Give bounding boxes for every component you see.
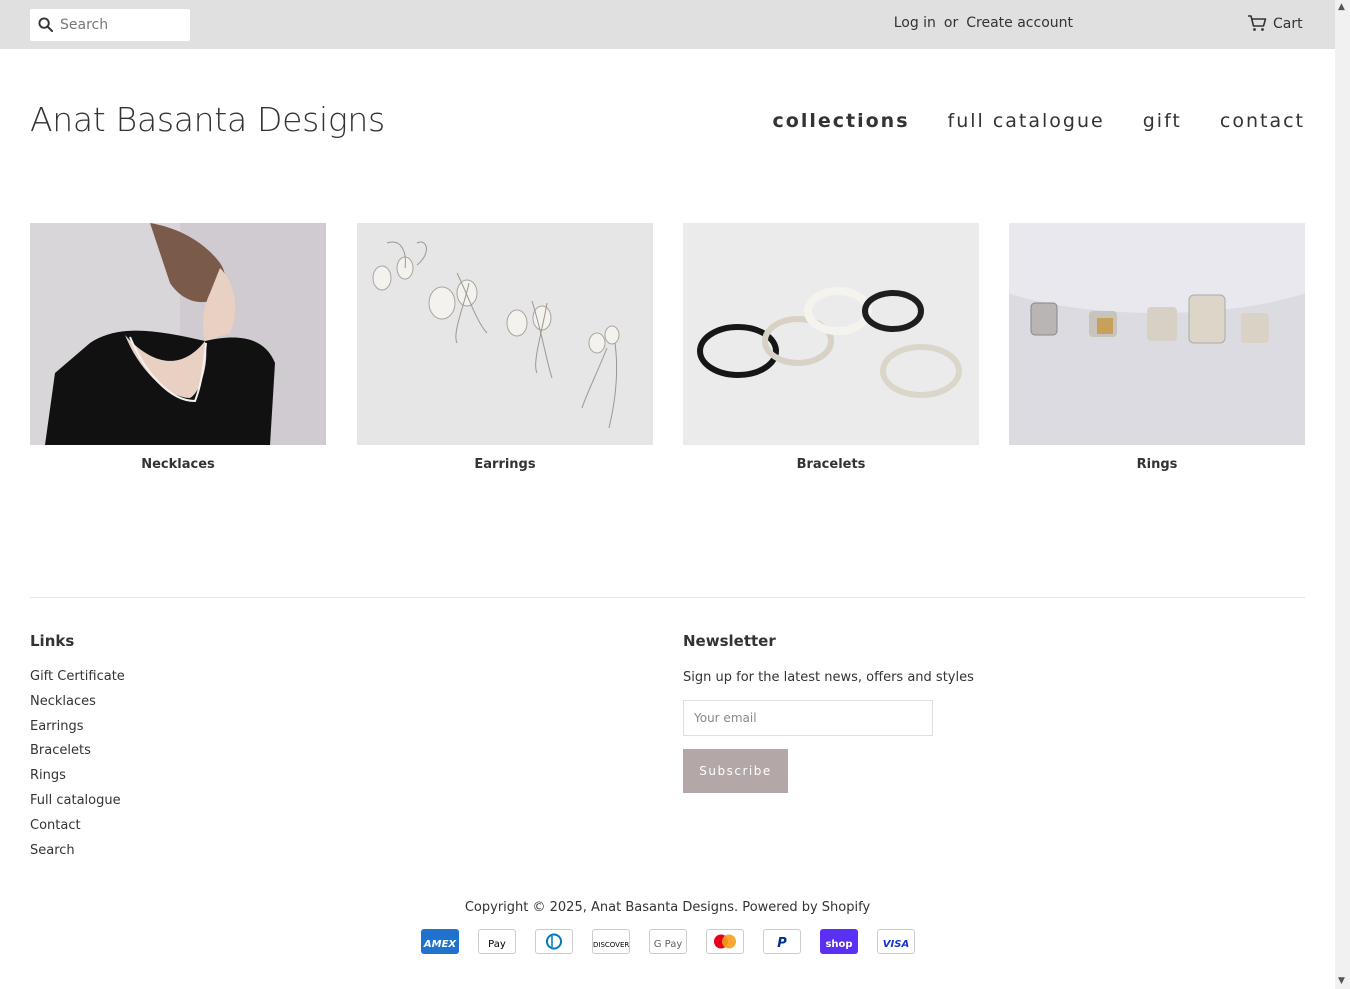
search-input[interactable] <box>60 9 185 41</box>
payment-label: P <box>777 936 787 951</box>
visa-icon: VISA <box>877 929 915 954</box>
newsletter-heading: Newsletter <box>683 632 776 650</box>
account-links: Log in or Create account <box>894 15 1073 31</box>
search-form[interactable] <box>30 9 190 41</box>
search-icon[interactable] <box>38 17 53 32</box>
copyright-store-link[interactable]: Anat Basanta Designs <box>591 900 734 915</box>
footer-link-rings[interactable]: Rings <box>30 768 66 783</box>
bracelets-image[interactable] <box>683 223 979 445</box>
shop-pay-icon: shop <box>820 929 858 954</box>
cart-icon <box>1248 15 1267 31</box>
footer-links: Gift Certificate Necklaces Earrings Brac… <box>30 669 125 867</box>
subscribe-button[interactable]: Subscribe <box>683 749 788 793</box>
nav-gift[interactable]: gift <box>1143 110 1182 132</box>
rings-image[interactable] <box>1009 223 1305 445</box>
collection-title[interactable]: Bracelets <box>683 457 979 472</box>
payment-label: G Pay <box>653 939 683 950</box>
footer-link-contact[interactable]: Contact <box>30 818 81 833</box>
apple-pay-icon: Pay <box>478 929 516 954</box>
payment-icons: AMEX Pay DISCOVER G Pay Pshop VISA <box>421 929 915 954</box>
earrings-image[interactable] <box>357 223 653 445</box>
scroll-down-arrow-icon[interactable]: ▼ <box>1338 977 1345 986</box>
footer-link-search[interactable]: Search <box>30 843 75 858</box>
copyright-prefix: Copyright © 2025, <box>464 900 587 915</box>
google-pay-icon: G Pay <box>649 929 687 954</box>
list-item: Gift Certificate <box>30 669 125 694</box>
powered-by: . Powered by Shopify <box>734 900 871 915</box>
diners-club-icon <box>535 929 573 954</box>
list-item: Earrings <box>30 719 125 744</box>
create-account-link[interactable]: Create account <box>966 15 1073 31</box>
collection-title[interactable]: Earrings <box>357 457 653 472</box>
links-heading: Links <box>30 632 75 650</box>
amex-icon: AMEX <box>421 929 459 954</box>
cart-label: Cart <box>1273 16 1303 32</box>
nav-collections[interactable]: collections <box>773 110 910 132</box>
collection-earrings[interactable]: Earrings <box>357 223 653 472</box>
footer-divider <box>30 597 1305 598</box>
collection-rings[interactable]: Rings <box>1009 223 1305 472</box>
nav-contact[interactable]: contact <box>1220 110 1305 132</box>
collection-title[interactable]: Rings <box>1009 457 1305 472</box>
necklaces-image[interactable] <box>30 223 326 445</box>
footer-link-gift-certificate[interactable]: Gift Certificate <box>30 669 125 684</box>
mastercard-icon <box>706 929 744 954</box>
paypal-icon: P <box>763 929 801 954</box>
list-item: Contact <box>30 818 125 843</box>
or-separator: or <box>943 15 959 31</box>
payment-label: Pay <box>488 939 506 950</box>
newsletter-description: Sign up for the latest news, offers and … <box>683 670 974 685</box>
footer-link-necklaces[interactable]: Necklaces <box>30 694 96 709</box>
cart-link[interactable]: Cart <box>1247 14 1303 32</box>
nav-full-catalogue[interactable]: full catalogue <box>948 110 1105 132</box>
footer-link-bracelets[interactable]: Bracelets <box>30 743 91 758</box>
copyright-text: Copyright © 2025, Anat Basanta Designs. … <box>0 900 1335 915</box>
site-title[interactable]: Anat Basanta Designs <box>30 100 385 139</box>
payment-label: AMEX <box>423 939 457 950</box>
collection-necklaces[interactable]: Necklaces <box>30 223 326 472</box>
payment-label: DISCOVER <box>593 941 630 949</box>
discover-icon: DISCOVER <box>592 929 630 954</box>
payment-label: VISA <box>882 939 910 950</box>
list-item: Rings <box>30 768 125 793</box>
list-item: Search <box>30 843 125 868</box>
login-link[interactable]: Log in <box>894 15 936 31</box>
scroll-up-arrow-icon[interactable]: ▲ <box>1338 3 1345 12</box>
footer-link-earrings[interactable]: Earrings <box>30 719 84 734</box>
main-nav: collections full catalogue gift contact <box>735 110 1305 132</box>
payment-label: shop <box>825 939 853 950</box>
top-bar: Log in or Create account Cart <box>0 0 1335 49</box>
scrollbar[interactable]: ▲ ▼ <box>1335 0 1350 989</box>
list-item: Full catalogue <box>30 793 125 818</box>
collection-bracelets[interactable]: Bracelets <box>683 223 979 472</box>
collection-title[interactable]: Necklaces <box>30 457 326 472</box>
list-item: Bracelets <box>30 743 125 768</box>
email-field[interactable] <box>683 700 933 736</box>
list-item: Necklaces <box>30 694 125 719</box>
footer-link-full-catalogue[interactable]: Full catalogue <box>30 793 121 808</box>
